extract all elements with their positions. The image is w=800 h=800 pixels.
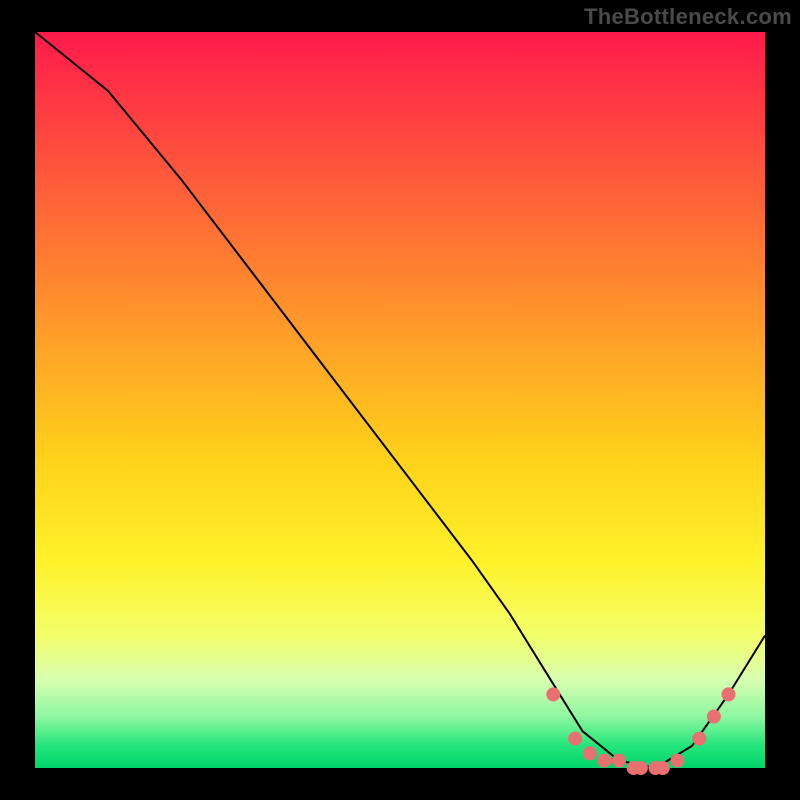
marker-dot — [692, 732, 706, 746]
marker-dot — [597, 754, 611, 768]
marker-dot — [722, 687, 736, 701]
chart-frame: TheBottleneck.com — [0, 0, 800, 800]
marker-dot — [583, 746, 597, 760]
marker-dot — [546, 687, 560, 701]
marker-dot — [612, 754, 626, 768]
marker-dot — [656, 761, 670, 775]
marker-dot — [634, 761, 648, 775]
chart-canvas — [0, 0, 800, 800]
plot-background — [35, 32, 765, 768]
marker-dot — [707, 710, 721, 724]
marker-dot — [670, 754, 684, 768]
marker-dot — [568, 732, 582, 746]
